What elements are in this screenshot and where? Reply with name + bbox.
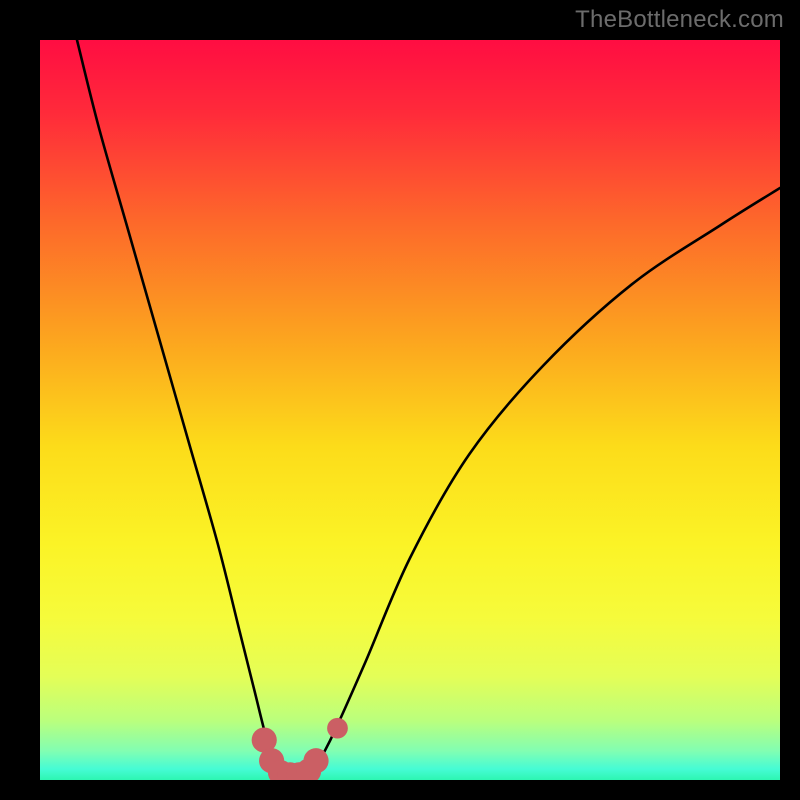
curve-layer [40,40,780,780]
bottleneck-curve [77,40,780,775]
marker-valley-out [327,718,348,739]
watermark-text: TheBottleneck.com [575,6,784,34]
marker-valley-right-2 [303,748,328,773]
chart-frame: TheBottleneck.com [0,0,800,800]
plot-area [40,40,780,780]
valley-markers [252,718,348,780]
